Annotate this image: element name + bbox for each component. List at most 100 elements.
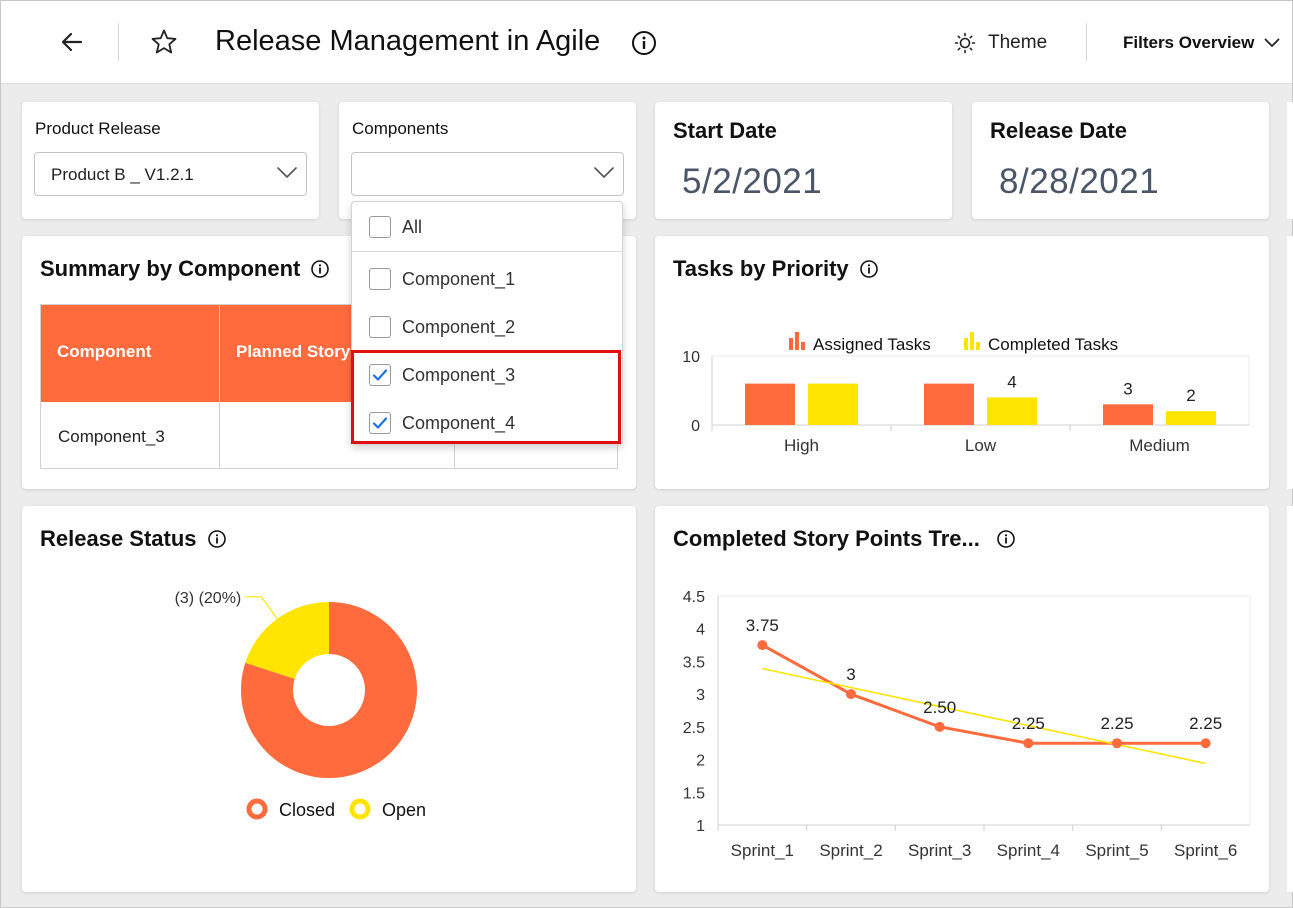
column-header-planned-story[interactable]: Planned Story: [236, 342, 350, 362]
release-status-donut-chart: (3) (20%) Closed Open: [175, 590, 426, 820]
table-column-divider: [219, 305, 220, 468]
data-point: [1200, 738, 1211, 749]
chevron-up-icon: [594, 167, 614, 178]
filters-overview-button[interactable]: Filters Overview: [1123, 31, 1280, 55]
data-point: [934, 721, 945, 732]
back-arrow-icon[interactable]: [57, 27, 87, 57]
product-release-select[interactable]: Product B _ V1.2.1: [34, 152, 307, 196]
checkbox[interactable]: [369, 412, 391, 434]
legend-bar-icon: [976, 342, 980, 350]
release-status-card: Release Status (3) (20%) Closed Open: [22, 506, 636, 892]
data-point: [1112, 738, 1122, 749]
components-dropdown: All Component_1 Component_2 Component_3 …: [351, 201, 623, 445]
offscreen-card-edge: [1287, 236, 1293, 489]
story-points-line-chart: 4.5 4 3.5 3 2.5 2 1.5 1 Sprint_1 Sprint_2 Sprint_3…: [683, 589, 1251, 860]
header-divider: [118, 23, 119, 61]
y-tick-label: 2: [696, 753, 705, 770]
tasks-by-priority-card: Tasks by Priority 10 0 High Low 4 Medium 3 2 Ass…: [655, 236, 1269, 489]
release-date-card: Release Date 8/28/2021: [972, 102, 1269, 219]
release-date-value: 8/28/2021: [999, 162, 1160, 201]
checkbox[interactable]: [369, 364, 391, 386]
components-select[interactable]: [351, 152, 624, 196]
option-component-2[interactable]: Component_2: [352, 305, 622, 349]
data-label: 4: [1007, 372, 1016, 391]
x-tick-label: Sprint_3: [908, 841, 971, 860]
legend-label: Open: [382, 800, 426, 820]
legend-label: Closed: [279, 800, 335, 820]
plot-area: [717, 595, 1251, 826]
y-tick-label: 1: [696, 818, 705, 835]
bar-low-assigned: [924, 383, 974, 425]
x-tick-label: Medium: [1129, 436, 1189, 455]
data-label: 3: [1123, 379, 1132, 398]
x-tick-label: Sprint_5: [1085, 841, 1148, 860]
bar-medium-assigned: [1103, 404, 1153, 425]
story-points-trend-card: Completed Story Points Tre... 4.5 4 3.5 3 2.…: [655, 506, 1269, 892]
legend-label: Completed Tasks: [988, 335, 1118, 354]
data-point: [846, 689, 856, 700]
summary-title: Summary by Component: [40, 256, 330, 282]
data-label: 2.25: [1012, 714, 1045, 733]
page-title: Release Management in Agile: [215, 25, 601, 57]
y-tick-label: 4: [696, 622, 705, 639]
checkbox[interactable]: [369, 268, 391, 290]
chevron-down-icon: [277, 167, 297, 178]
option-component-3[interactable]: Component_3: [352, 353, 622, 397]
slice-annotation: (3) (20%): [175, 590, 242, 607]
y-tick-label: 3: [696, 687, 705, 704]
x-tick-label: Sprint_2: [819, 841, 882, 860]
legend-bar-icon: [970, 332, 974, 350]
star-icon[interactable]: [149, 27, 179, 57]
data-label: 2: [1186, 386, 1195, 405]
trend-line: [762, 667, 1206, 765]
x-tick-label: Sprint_6: [1174, 841, 1237, 860]
data-label: 3: [846, 665, 855, 684]
data-point: [757, 640, 768, 651]
y-tick-label: 2.5: [683, 720, 705, 737]
tasks-bar-chart: 10 0 High Low 4 Medium 3 2 Assigned Tasks Complet…: [682, 332, 1250, 455]
option-all[interactable]: All: [352, 205, 622, 249]
theme-button[interactable]: Theme: [954, 29, 1047, 57]
option-label: Component_2: [402, 316, 516, 337]
y-tick-label: 3.5: [683, 654, 705, 671]
y-tick-label: 4.5: [683, 589, 705, 606]
summary-title-text: Summary by Component: [40, 256, 301, 281]
legend-bar-icon: [964, 338, 968, 350]
sun-icon: [954, 32, 976, 54]
header-divider-2: [1086, 23, 1087, 61]
info-icon[interactable]: [310, 259, 330, 279]
bar-high-completed: [808, 383, 858, 425]
data-label: 2.25: [1100, 714, 1133, 733]
column-header-component[interactable]: Component: [57, 342, 151, 362]
top-header: Release Management in Agile Theme Filter…: [1, 1, 1292, 84]
product-release-label: Product Release: [35, 119, 161, 138]
components-label: Components: [352, 119, 449, 138]
bar-low-completed: [987, 397, 1037, 425]
option-label: All: [402, 216, 423, 237]
legend-label: Assigned Tasks: [813, 335, 931, 354]
y-tick-label: 0: [691, 418, 700, 435]
legend-bar-icon: [795, 332, 799, 350]
dropdown-divider: [352, 251, 622, 252]
bar-high-assigned: [745, 383, 795, 425]
legend-bar-icon: [789, 338, 793, 350]
offscreen-card-edge: [1287, 506, 1293, 892]
series-line: [761, 643, 1206, 745]
data-label: 3.75: [746, 616, 779, 635]
y-tick-label: 10: [682, 349, 700, 366]
option-label: Component_1: [402, 268, 516, 289]
filters-overview-label: Filters Overview: [1123, 33, 1255, 52]
option-component-1[interactable]: Component_1: [352, 257, 622, 301]
option-label: Component_3: [402, 364, 516, 385]
bar-medium-completed: [1166, 411, 1216, 425]
chevron-down-icon: [1264, 38, 1280, 47]
y-tick-label: 1.5: [683, 785, 705, 802]
checkbox[interactable]: [369, 316, 391, 338]
option-component-4[interactable]: Component_4: [352, 401, 622, 445]
info-icon[interactable]: [631, 30, 657, 61]
option-label: Component_4: [402, 412, 516, 433]
checkbox[interactable]: [369, 216, 391, 238]
start-date-value: 5/2/2021: [682, 162, 823, 201]
annotation-leader-line: [245, 596, 278, 620]
x-tick-label: Sprint_4: [997, 841, 1060, 860]
